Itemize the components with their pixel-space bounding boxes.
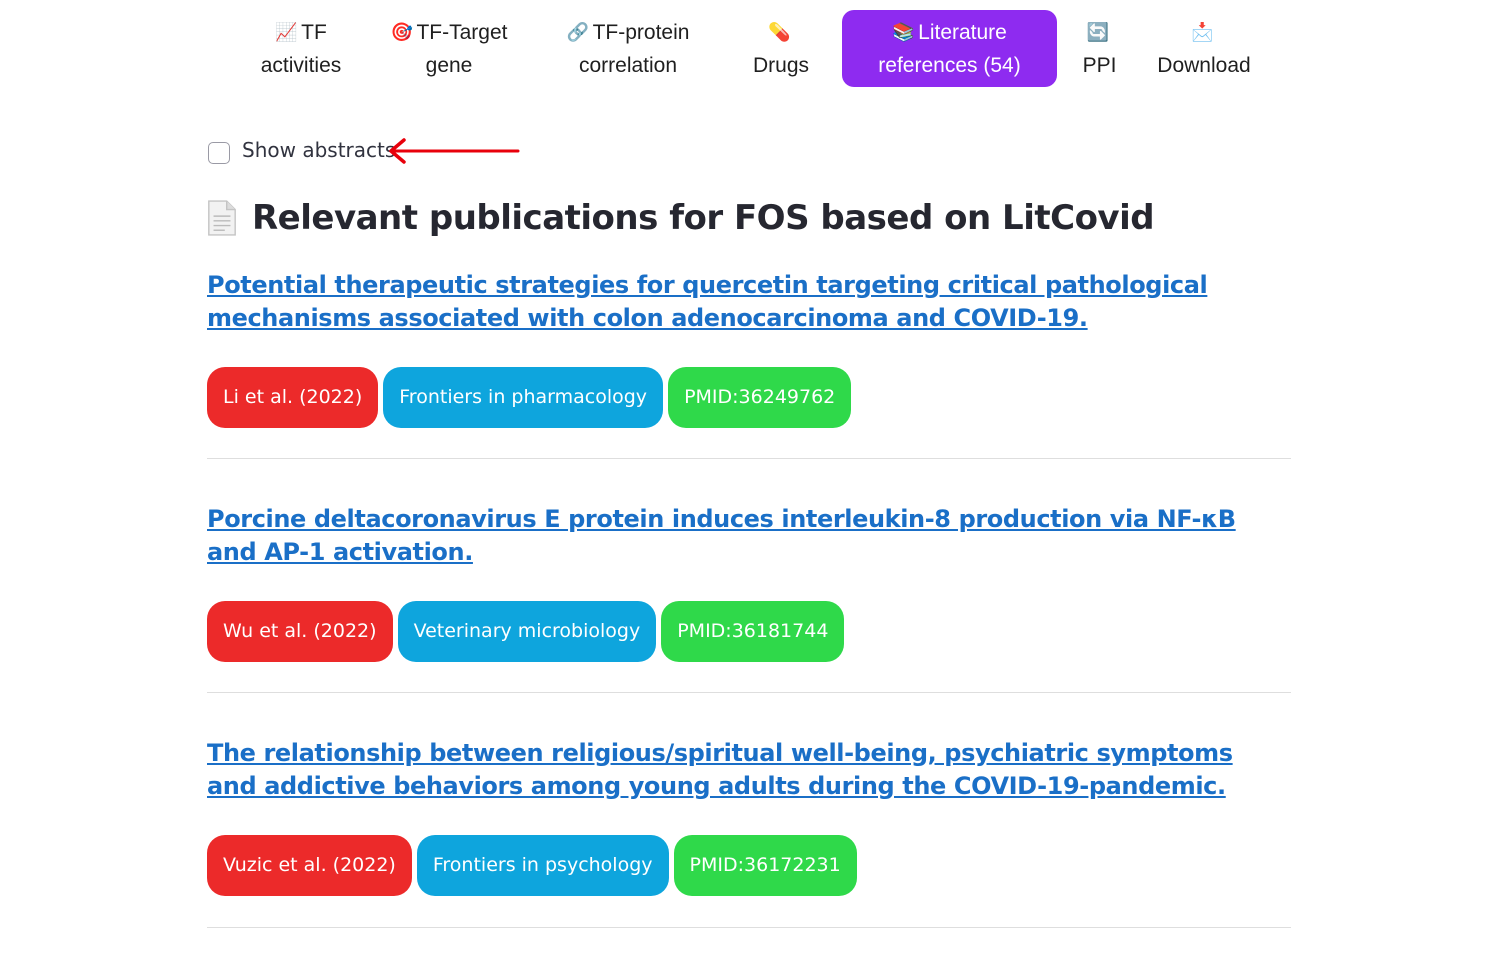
tab-ppi[interactable]: 🔄 PPI: [1057, 10, 1142, 87]
publication-badges: Wu et al. (2022) Veterinary microbiology…: [207, 601, 1291, 662]
envelope-arrow-icon: 📩: [1191, 21, 1214, 43]
publication-title-link[interactable]: Porcine deltacoronavirus E protein induc…: [207, 503, 1267, 569]
page-title: Relevant publications for FOS based on L…: [206, 198, 1155, 238]
publication-title-link[interactable]: Potential therapeutic strategies for que…: [207, 269, 1267, 335]
journal-badge: Frontiers in pharmacology: [383, 367, 664, 428]
document-icon: [208, 200, 236, 236]
pmid-badge[interactable]: PMID:36172231: [673, 835, 857, 896]
divider: [207, 458, 1291, 459]
pill-icon: 💊: [768, 21, 791, 43]
publication-item: Potential therapeutic strategies for que…: [207, 269, 1291, 428]
red-arrow-icon: [389, 138, 520, 164]
tab-tf-protein-correlation[interactable]: 🔗 TF-protein correlation: [536, 10, 720, 87]
journal-badge: Frontiers in psychology: [416, 835, 669, 896]
tab-bar: 📈 TF activities 🎯 TF-Target gene 🔗 TF-prote…: [240, 10, 1266, 87]
pmid-badge[interactable]: PMID:36181744: [661, 601, 845, 662]
author-badge: Vuzic et al. (2022): [207, 835, 412, 896]
publication-badges: Vuzic et al. (2022) Frontiers in psychol…: [207, 835, 1291, 896]
books-icon: 📚: [892, 21, 915, 43]
tab-tf-activities[interactable]: 📈 TF activities: [240, 10, 362, 87]
journal-badge: Veterinary microbiology: [397, 601, 657, 662]
show-abstracts-row: Show abstracts: [208, 136, 395, 164]
tab-drugs[interactable]: 💊 Drugs: [720, 10, 842, 87]
author-badge: Wu et al. (2022): [207, 601, 393, 662]
tab-literature-references[interactable]: 📚 Literature references (54): [842, 10, 1057, 87]
tab-tf-target-gene[interactable]: 🎯 TF-Target gene: [362, 10, 536, 87]
publication-item: Porcine deltacoronavirus E protein induc…: [207, 503, 1291, 662]
author-badge: Li et al. (2022): [207, 367, 379, 428]
tab-download[interactable]: 📩 Download: [1142, 10, 1266, 87]
publication-title-link[interactable]: The relationship between religious/spiri…: [207, 737, 1267, 803]
target-icon: 🎯: [390, 21, 413, 43]
chart-increasing-icon: 📈: [275, 21, 298, 43]
publication-badges: Li et al. (2022) Frontiers in pharmacolo…: [207, 367, 1291, 428]
divider: [207, 692, 1291, 693]
show-abstracts-checkbox[interactable]: [208, 142, 230, 164]
divider: [207, 927, 1291, 928]
page-title-text: Relevant publications for FOS based on L…: [252, 198, 1155, 238]
pmid-badge[interactable]: PMID:36249762: [668, 367, 852, 428]
link-icon: 🔗: [566, 21, 589, 43]
show-abstracts-label[interactable]: Show abstracts: [242, 138, 395, 162]
refresh-icon: 🔄: [1086, 21, 1109, 43]
publication-item: The relationship between religious/spiri…: [207, 737, 1291, 896]
